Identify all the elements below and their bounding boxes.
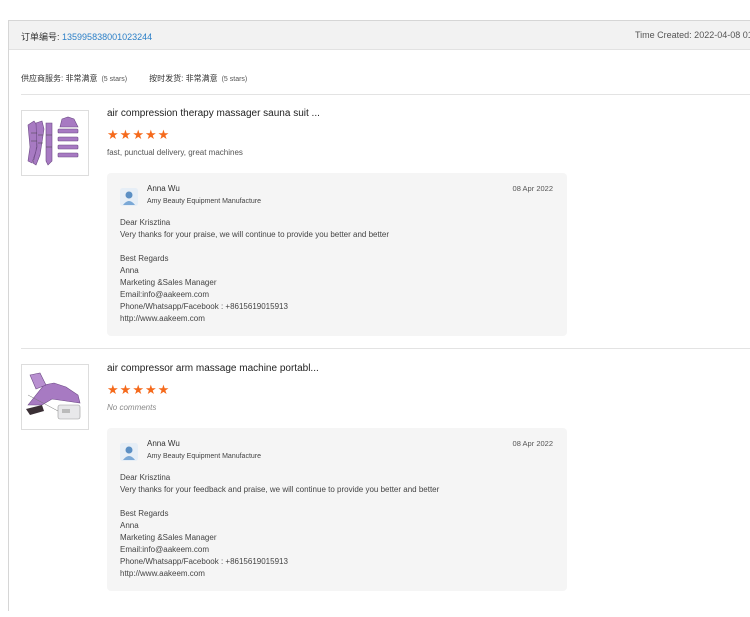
order-number-row: 订单编号: 135995838001023244 (21, 30, 152, 43)
reply-date: 08 Apr 2022 (512, 184, 553, 193)
star-icon: ★ (119, 127, 132, 142)
time-created: Time Created: 2022-04-08 01 (635, 30, 750, 40)
order-header: 订单编号: 135995838001023244 Time Created: 2… (9, 21, 750, 50)
order-review-panel: 订单编号: 135995838001023244 Time Created: 2… (8, 20, 750, 611)
rating-stars: ★★★★★ (107, 381, 170, 397)
reply-line: Best Regards (120, 254, 169, 263)
star-icon: ★ (157, 382, 170, 397)
star-icon: ★ (119, 382, 132, 397)
seller-company: Amy Beauty Equipment Manufacture (147, 198, 262, 205)
store-ratings: 供应商服务: 非常满意 (5 stars) 按时发货: 非常满意 (5 stars) (21, 73, 247, 84)
order-number-link[interactable]: 135995838001023244 (62, 32, 152, 42)
seller-avatar (120, 188, 138, 206)
reply-line: Dear Krisztina (120, 473, 171, 482)
compression-suit-image (22, 111, 88, 175)
buyer-comment: No comments (107, 403, 157, 412)
product-thumbnail[interactable] (21, 110, 89, 176)
reply-line: Very thanks for your praise, we will con… (120, 230, 390, 239)
seller-company: Amy Beauty Equipment Manufacture (147, 453, 262, 460)
reply-line: Email:info@aakeem.com (120, 290, 210, 299)
reply-line: Best Regards (120, 509, 169, 518)
reply-line: Dear Krisztina (120, 218, 171, 227)
seller-reply: Anna Wu Amy Beauty Equipment Manufacture… (107, 173, 567, 336)
reply-line: Phone/Whatsapp/Facebook : +8615619015913 (120, 557, 288, 566)
reply-date: 08 Apr 2022 (512, 439, 553, 448)
divider (21, 348, 750, 349)
reply-line (120, 496, 560, 508)
seller-name: Anna Wu (147, 439, 180, 448)
star-icon: ★ (144, 382, 157, 397)
reply-line[interactable]: http://www.aakeem.com (120, 568, 560, 580)
buyer-comment: fast, punctual delivery, great machines (107, 148, 243, 157)
star-icon: ★ (157, 127, 170, 142)
compression-machine-image (22, 365, 88, 429)
star-icon: ★ (132, 127, 144, 142)
seller-avatar-icon (120, 443, 138, 461)
reply-line: Anna (120, 521, 139, 530)
reply-line: Phone/Whatsapp/Facebook : +8615619015913 (120, 302, 288, 311)
reply-line: Anna (120, 266, 139, 275)
reply-line: Marketing &Sales Manager (120, 278, 217, 287)
star-icon: ★ (144, 127, 157, 142)
seller-name: Anna Wu (147, 184, 180, 193)
star-icon: ★ (107, 382, 119, 397)
reply-message: Dear Krisztina Very thanks for your prai… (120, 217, 560, 325)
supplier-service-rating: 供应商服务: 非常满意 (21, 74, 98, 83)
seller-avatar-icon (120, 188, 138, 206)
supplier-service-stars: (5 stars) (101, 76, 128, 83)
order-number-label: 订单编号: (21, 32, 60, 42)
shipping-rating: 按时发货: 非常满意 (149, 74, 218, 83)
reply-line: Very thanks for your feedback and praise… (120, 485, 440, 494)
rating-stars: ★★★★★ (107, 126, 170, 142)
divider (21, 94, 750, 95)
shipping-stars: (5 stars) (221, 76, 248, 83)
seller-reply: Anna Wu Amy Beauty Equipment Manufacture… (107, 428, 567, 591)
star-icon: ★ (107, 127, 119, 142)
product-thumbnail[interactable] (21, 364, 89, 430)
reply-line[interactable]: http://www.aakeem.com (120, 313, 560, 325)
reply-line: Email:info@aakeem.com (120, 545, 210, 554)
reply-line: Marketing &Sales Manager (120, 533, 217, 542)
product-title-link[interactable]: air compressor arm massage machine porta… (107, 363, 319, 374)
reply-line (120, 241, 560, 253)
product-title-link[interactable]: air compression therapy massager sauna s… (107, 108, 320, 119)
reply-message: Dear Krisztina Very thanks for your feed… (120, 472, 560, 580)
star-icon: ★ (132, 382, 144, 397)
seller-avatar (120, 443, 138, 461)
